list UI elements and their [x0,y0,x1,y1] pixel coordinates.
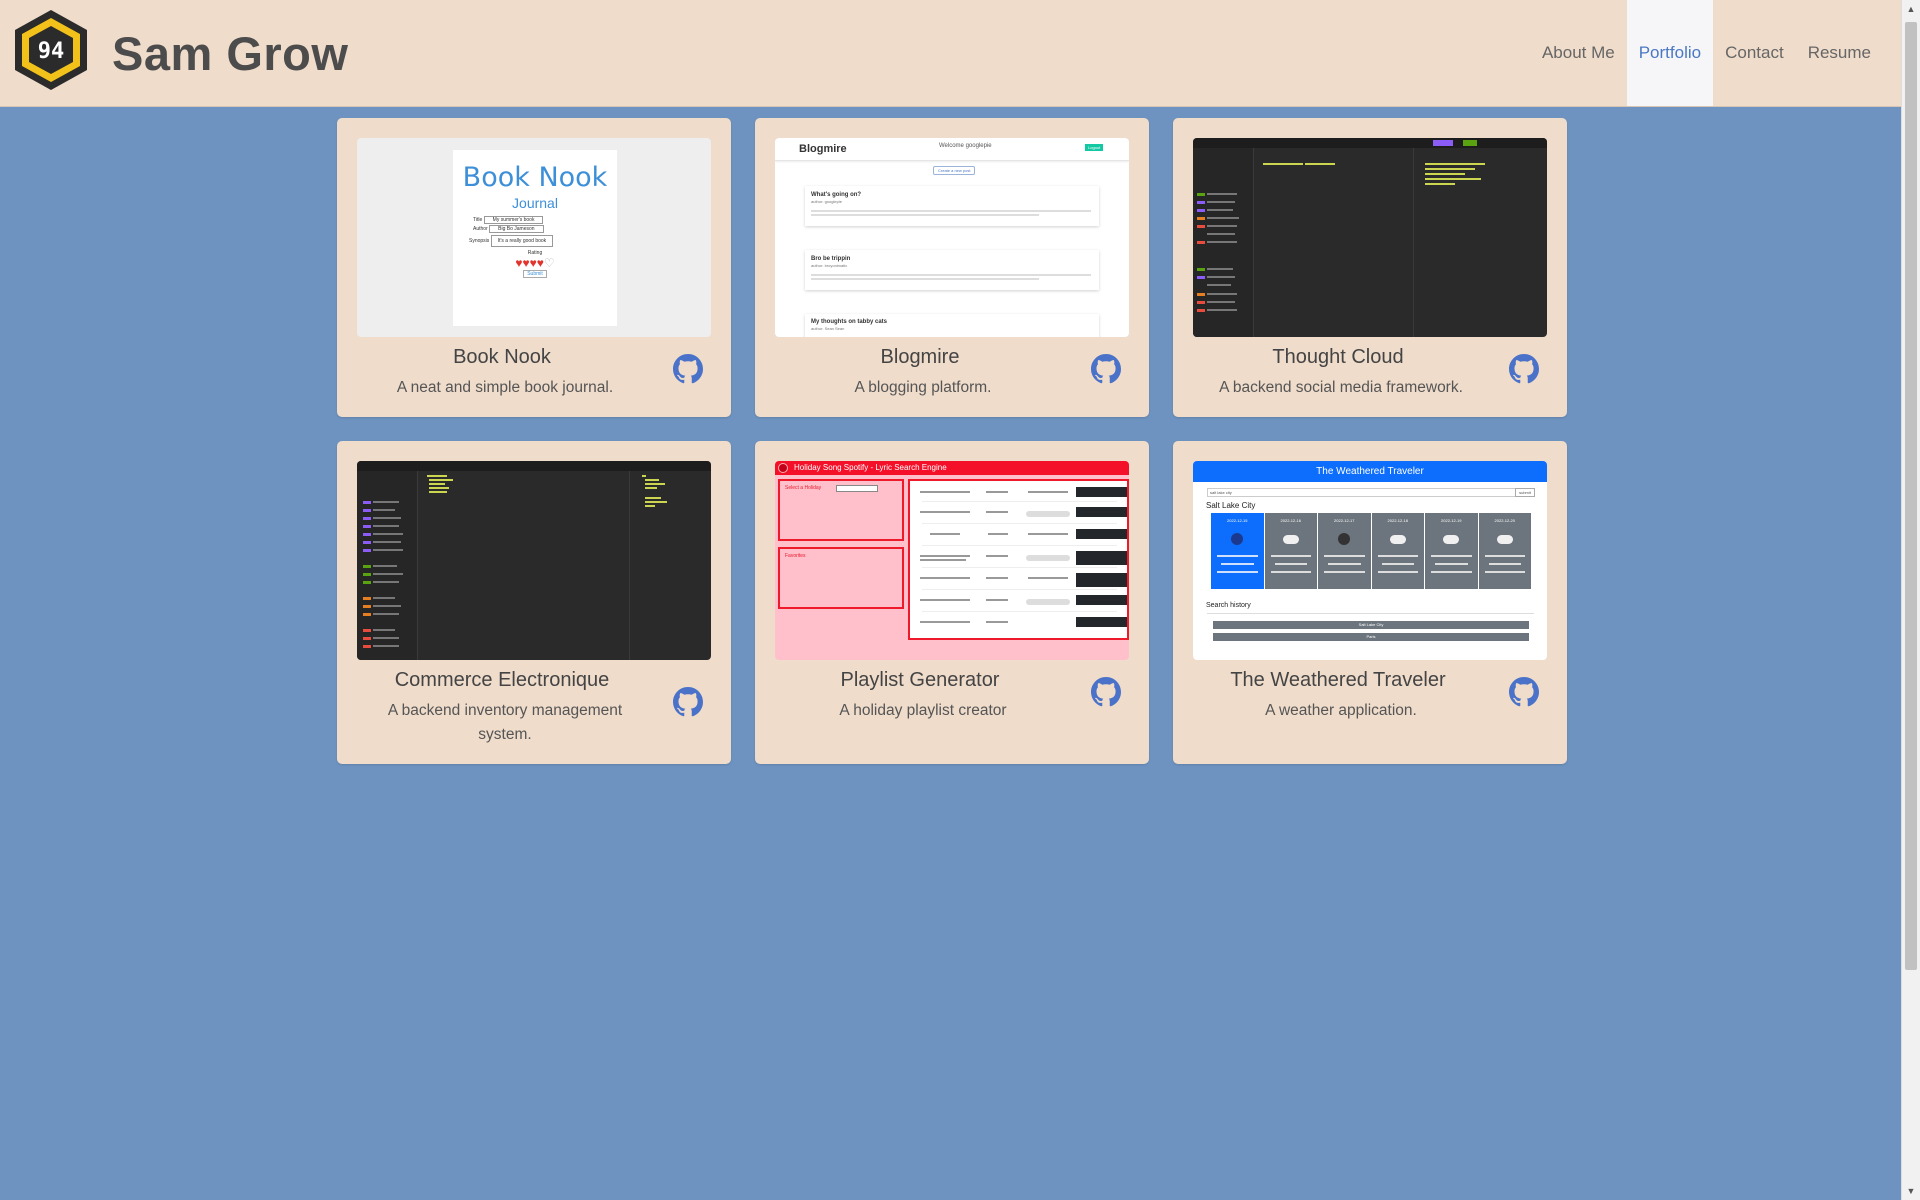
insomnia-screenshot [357,461,711,660]
project-title: Playlist Generator [840,669,1000,691]
project-title: Commerce Electronique [394,669,610,691]
song-results-table [920,487,1127,627]
project-card-commerce-electronique: Commerce Electronique A backend inventor… [337,441,731,764]
project-description: A backend inventory management system. [387,702,623,743]
project-thumbnail[interactable]: The Weathered Traveler salt lake city su… [1193,461,1547,660]
project-thumbnail[interactable] [357,461,711,660]
insomnia-screenshot [1193,138,1547,337]
github-icon[interactable] [673,687,703,717]
project-description: A holiday playlist creator [839,702,1007,719]
project-title: Blogmire [880,346,960,368]
github-icon[interactable] [673,354,703,384]
project-card-thought-cloud: Thought Cloud A backend social media fra… [1173,118,1567,417]
site-logo-icon[interactable]: 94 [12,8,90,92]
project-card-blogmire: Blogmire Welcome googlepie Logout Create… [755,118,1149,417]
portfolio-grid: Book Nook Journal Title My summer's book… [337,118,1567,764]
github-icon[interactable] [1509,677,1539,707]
project-card-playlist-generator: Holiday Song Spotify - Lyric Search Engi… [755,441,1149,764]
svg-text:94: 94 [38,39,65,64]
project-title: Book Nook [453,346,551,368]
project-description: A neat and simple book journal. [396,379,614,396]
github-icon[interactable] [1091,677,1121,707]
project-description: A weather application. [1265,702,1417,719]
scroll-up-arrow-icon[interactable]: ▲ [1902,0,1920,18]
nav-portfolio[interactable]: Portfolio [1626,0,1714,106]
scroll-down-arrow-icon[interactable]: ▼ [1902,1182,1920,1200]
project-title: Thought Cloud [1272,346,1404,368]
site-title: Sam Grow [112,27,349,80]
project-description: A backend social media framework. [1219,379,1463,396]
main-nav: About Me Portfolio Contact Resume [1530,0,1883,106]
project-title: The Weathered Traveler [1230,669,1446,691]
project-thumbnail[interactable]: Blogmire Welcome googlepie Logout Create… [775,138,1129,337]
nav-contact[interactable]: Contact [1713,0,1796,106]
project-card-book-nook: Book Nook Journal Title My summer's book… [337,118,731,417]
project-thumbnail[interactable] [1193,138,1547,337]
project-card-weathered-traveler: The Weathered Traveler salt lake city su… [1173,441,1567,764]
scrollbar-thumb[interactable] [1905,22,1917,970]
vertical-scrollbar[interactable]: ▲ ▼ [1901,0,1920,1200]
project-thumbnail[interactable]: Holiday Song Spotify - Lyric Search Engi… [775,461,1129,660]
site-header: 94 Sam Grow About Me Portfolio Contact R… [0,0,1902,107]
github-icon[interactable] [1091,354,1121,384]
github-icon[interactable] [1509,354,1539,384]
project-thumbnail[interactable]: Book Nook Journal Title My summer's book… [357,138,711,337]
project-description: A blogging platform. [854,379,992,396]
nav-resume[interactable]: Resume [1796,0,1883,106]
nav-about-me[interactable]: About Me [1530,0,1627,106]
